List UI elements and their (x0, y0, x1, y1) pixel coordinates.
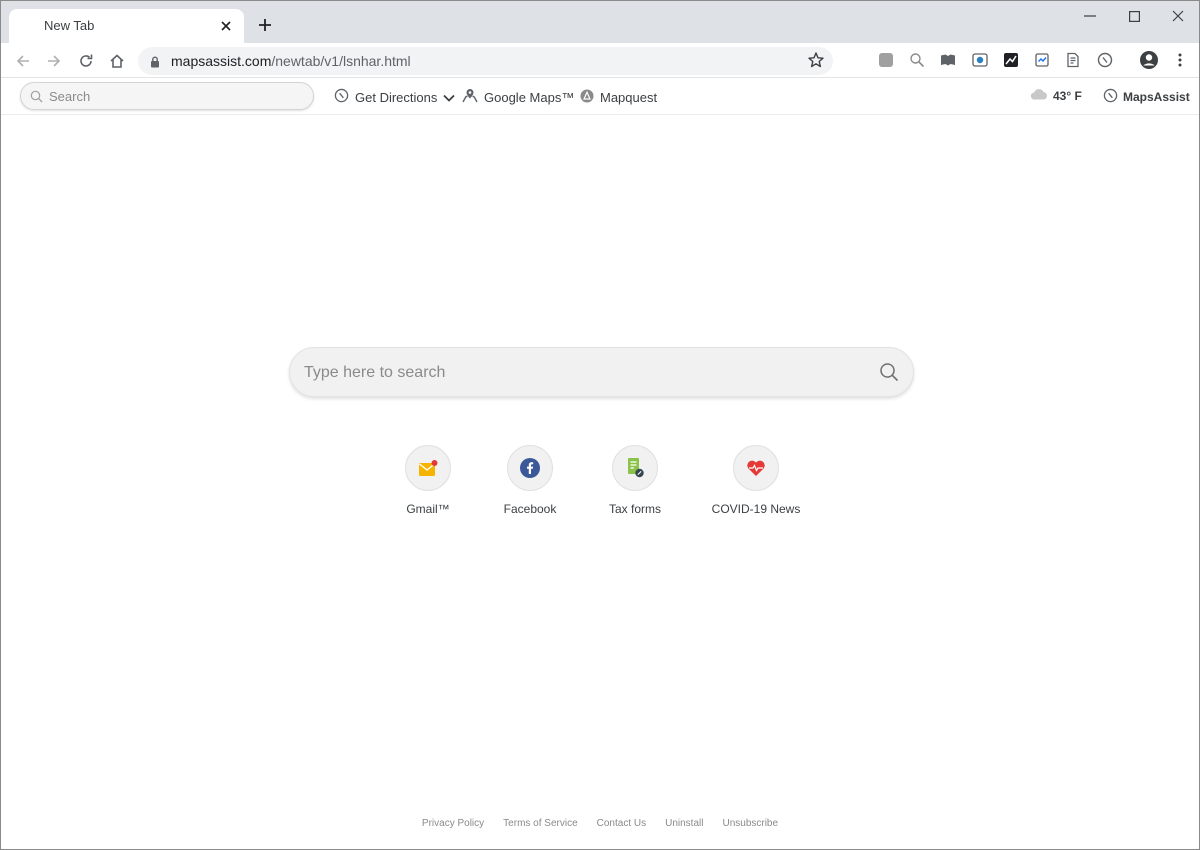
shortcut-label: Tax forms (608, 502, 661, 516)
page-header: Get Directions Google Maps™ Mapquest 43°… (1, 79, 1199, 115)
shortcut-covid-news[interactable]: COVID-19 News (701, 445, 811, 525)
forward-button[interactable] (41, 48, 67, 74)
privacy-policy-link[interactable]: Privacy Policy (422, 818, 484, 829)
directions-compass-icon (334, 88, 349, 106)
close-window-button[interactable] (1156, 6, 1199, 26)
profile-avatar-icon[interactable] (1139, 50, 1159, 70)
chevron-down-icon (443, 90, 456, 105)
google-maps-label: Google Maps™ (484, 89, 575, 105)
shortcut-label: COVID-19 News (711, 502, 801, 516)
terms-of-service-link[interactable]: Terms of Service (503, 818, 577, 829)
extension-document-icon[interactable] (1064, 51, 1082, 69)
extension-camera-icon[interactable] (971, 51, 989, 69)
mapquest-link[interactable]: Mapquest (580, 87, 657, 107)
url-text[interactable]: mapsassist.com/newtab/v1/lsnhar.html (171, 53, 411, 69)
address-bar[interactable]: mapsassist.com/newtab/v1/lsnhar.html (138, 47, 833, 75)
shortcut-label: Facebook (503, 502, 557, 516)
lock-icon[interactable] (150, 55, 160, 73)
header-search-input[interactable] (49, 87, 299, 105)
cloud-icon (1030, 88, 1048, 103)
weather-temperature: 43° F (1053, 88, 1082, 103)
active-tab[interactable]: New Tab (9, 9, 244, 43)
extension-compass-icon[interactable] (1096, 51, 1114, 69)
map-pin-icon (462, 88, 478, 106)
facebook-icon (507, 445, 553, 491)
extension-gray-square-icon[interactable] (877, 51, 895, 69)
weather-widget[interactable]: 43° F (1030, 88, 1082, 103)
mapquest-label: Mapquest (600, 89, 658, 105)
get-directions-label: Get Directions (355, 89, 438, 105)
search-button-icon[interactable] (879, 362, 899, 387)
browser-menu-icon[interactable] (1171, 51, 1189, 69)
gmail-icon (405, 445, 451, 491)
tab-strip: New Tab (1, 1, 1199, 43)
extension-zoom-icon[interactable] (908, 51, 926, 69)
extension-chart-icon[interactable] (1002, 51, 1020, 69)
shortcut-label: Gmail™ (406, 502, 450, 516)
url-host: mapsassist.com (171, 53, 272, 69)
maximize-button[interactable] (1112, 6, 1156, 26)
new-tab-button[interactable] (254, 14, 276, 36)
covid-news-icon (733, 445, 779, 491)
contact-us-link[interactable]: Contact Us (597, 818, 646, 829)
brand-logo[interactable]: MapsAssist (1103, 88, 1190, 106)
extension-book-icon[interactable] (939, 51, 957, 69)
brand-name: MapsAssist (1123, 90, 1190, 104)
search-icon (30, 90, 43, 108)
bookmark-star-icon[interactable] (807, 51, 825, 74)
shortcut-gmail[interactable]: Gmail™ (373, 445, 483, 525)
minimize-button[interactable] (1068, 6, 1112, 26)
shortcut-tax-forms[interactable]: Tax forms (580, 445, 690, 525)
extension-sync-icon[interactable] (1033, 51, 1051, 69)
footer-links: Privacy Policy Terms of Service Contact … (1, 818, 1199, 829)
url-path: /newtab/v1/lsnhar.html (271, 53, 411, 69)
mapquest-icon (580, 89, 594, 106)
tax-forms-icon (612, 445, 658, 491)
home-button[interactable] (104, 48, 130, 74)
browser-window: New Tab mapsassist.com/newtab/v1/lsnhar.… (0, 0, 1200, 850)
unsubscribe-link[interactable]: Unsubscribe (722, 818, 778, 829)
main-search-box[interactable] (289, 347, 914, 397)
brand-compass-icon (1103, 88, 1118, 106)
tab-title: New Tab (44, 18, 95, 33)
header-search-box[interactable] (20, 82, 314, 110)
browser-toolbar: mapsassist.com/newtab/v1/lsnhar.html (1, 43, 1199, 78)
close-tab-icon[interactable] (216, 16, 236, 36)
reload-button[interactable] (73, 48, 99, 74)
uninstall-link[interactable]: Uninstall (665, 818, 703, 829)
get-directions-link[interactable]: Get Directions (334, 87, 456, 107)
shortcut-facebook[interactable]: Facebook (475, 445, 585, 525)
main-search-input[interactable] (304, 361, 844, 385)
google-maps-link[interactable]: Google Maps™ (462, 87, 574, 107)
back-button[interactable] (10, 48, 36, 74)
